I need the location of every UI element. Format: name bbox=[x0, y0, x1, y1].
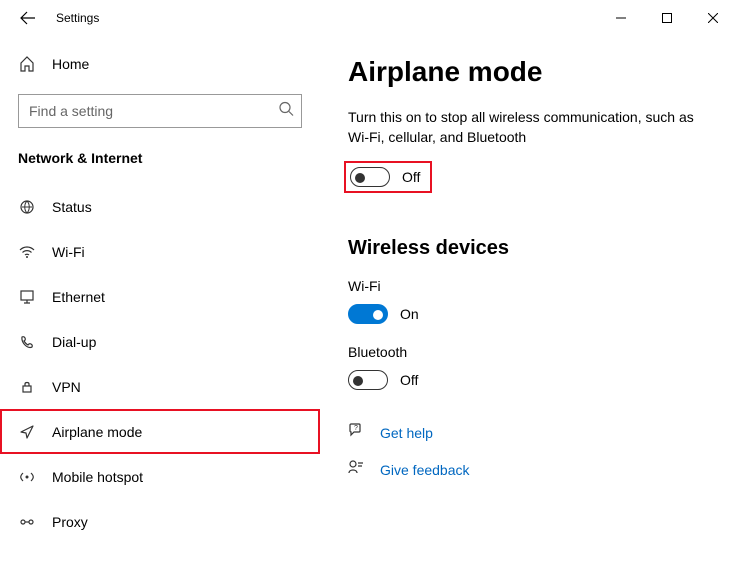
wifi-label: Wi-Fi bbox=[348, 278, 708, 294]
home-icon bbox=[18, 56, 36, 72]
titlebar: Settings bbox=[0, 0, 736, 36]
sidebar-item-label: Proxy bbox=[52, 514, 88, 530]
airplane-toggle-row: Off bbox=[344, 161, 432, 193]
sidebar-item-wifi[interactable]: Wi-Fi bbox=[0, 229, 320, 274]
airplane-icon bbox=[18, 424, 36, 440]
bluetooth-toggle-state: Off bbox=[400, 372, 418, 388]
airplane-description: Turn this on to stop all wireless commun… bbox=[348, 108, 708, 147]
get-help-text: Get help bbox=[380, 425, 433, 441]
give-feedback-link[interactable]: Give feedback bbox=[348, 459, 708, 480]
sidebar-item-status[interactable]: Status bbox=[0, 184, 320, 229]
maximize-button[interactable] bbox=[644, 0, 690, 36]
maximize-icon bbox=[662, 13, 672, 23]
wifi-toggle[interactable] bbox=[348, 304, 388, 324]
airplane-toggle-state: Off bbox=[402, 169, 420, 185]
sidebar-home-label: Home bbox=[52, 56, 89, 72]
minimize-button[interactable] bbox=[598, 0, 644, 36]
sidebar-category: Network & Internet bbox=[0, 140, 320, 184]
page-title: Airplane mode bbox=[348, 56, 708, 88]
window-title: Settings bbox=[56, 11, 99, 25]
search-icon bbox=[278, 101, 294, 122]
status-icon bbox=[18, 199, 36, 215]
wireless-section-title: Wireless devices bbox=[348, 237, 708, 260]
sidebar-item-label: Wi-Fi bbox=[52, 244, 85, 260]
sidebar-item-proxy[interactable]: Proxy bbox=[0, 499, 320, 544]
help-links: ? Get help Give feedback bbox=[348, 422, 708, 480]
content: Airplane mode Turn this on to stop all w… bbox=[320, 36, 736, 581]
wifi-toggle-row: On bbox=[348, 304, 708, 324]
sidebar-item-label: VPN bbox=[52, 379, 81, 395]
give-feedback-text: Give feedback bbox=[380, 462, 470, 478]
hotspot-icon bbox=[18, 469, 36, 485]
ethernet-icon bbox=[18, 289, 36, 305]
window-controls bbox=[598, 0, 736, 36]
sidebar-item-label: Status bbox=[52, 199, 92, 215]
sidebar-item-dialup[interactable]: Dial-up bbox=[0, 319, 320, 364]
bluetooth-toggle-row: Off bbox=[348, 370, 708, 390]
arrow-left-icon bbox=[20, 10, 36, 26]
sidebar-item-vpn[interactable]: VPN bbox=[0, 364, 320, 409]
sidebar-item-label: Ethernet bbox=[52, 289, 105, 305]
airplane-toggle[interactable] bbox=[350, 167, 390, 187]
back-button[interactable] bbox=[16, 6, 40, 30]
sidebar-home[interactable]: Home bbox=[0, 44, 320, 84]
minimize-icon bbox=[616, 13, 626, 23]
sidebar-item-label: Dial-up bbox=[52, 334, 96, 350]
proxy-icon bbox=[18, 514, 36, 530]
search-wrap bbox=[18, 94, 302, 128]
sidebar-item-label: Airplane mode bbox=[52, 424, 142, 440]
sidebar-item-mobile-hotspot[interactable]: Mobile hotspot bbox=[0, 454, 320, 499]
close-icon bbox=[708, 13, 718, 23]
wifi-toggle-state: On bbox=[400, 306, 419, 322]
dialup-icon bbox=[18, 334, 36, 350]
sidebar: Home Network & Internet Status Wi-Fi bbox=[0, 36, 320, 581]
close-button[interactable] bbox=[690, 0, 736, 36]
wifi-icon bbox=[18, 244, 36, 260]
help-icon: ? bbox=[348, 422, 366, 443]
bluetooth-toggle[interactable] bbox=[348, 370, 388, 390]
feedback-icon bbox=[348, 459, 366, 480]
vpn-icon bbox=[18, 379, 36, 395]
get-help-link[interactable]: ? Get help bbox=[348, 422, 708, 443]
bluetooth-label: Bluetooth bbox=[348, 344, 708, 360]
sidebar-item-ethernet[interactable]: Ethernet bbox=[0, 274, 320, 319]
sidebar-item-airplane-mode[interactable]: Airplane mode bbox=[0, 409, 320, 454]
svg-text:?: ? bbox=[354, 425, 358, 432]
search-input[interactable] bbox=[18, 94, 302, 128]
sidebar-item-label: Mobile hotspot bbox=[52, 469, 143, 485]
